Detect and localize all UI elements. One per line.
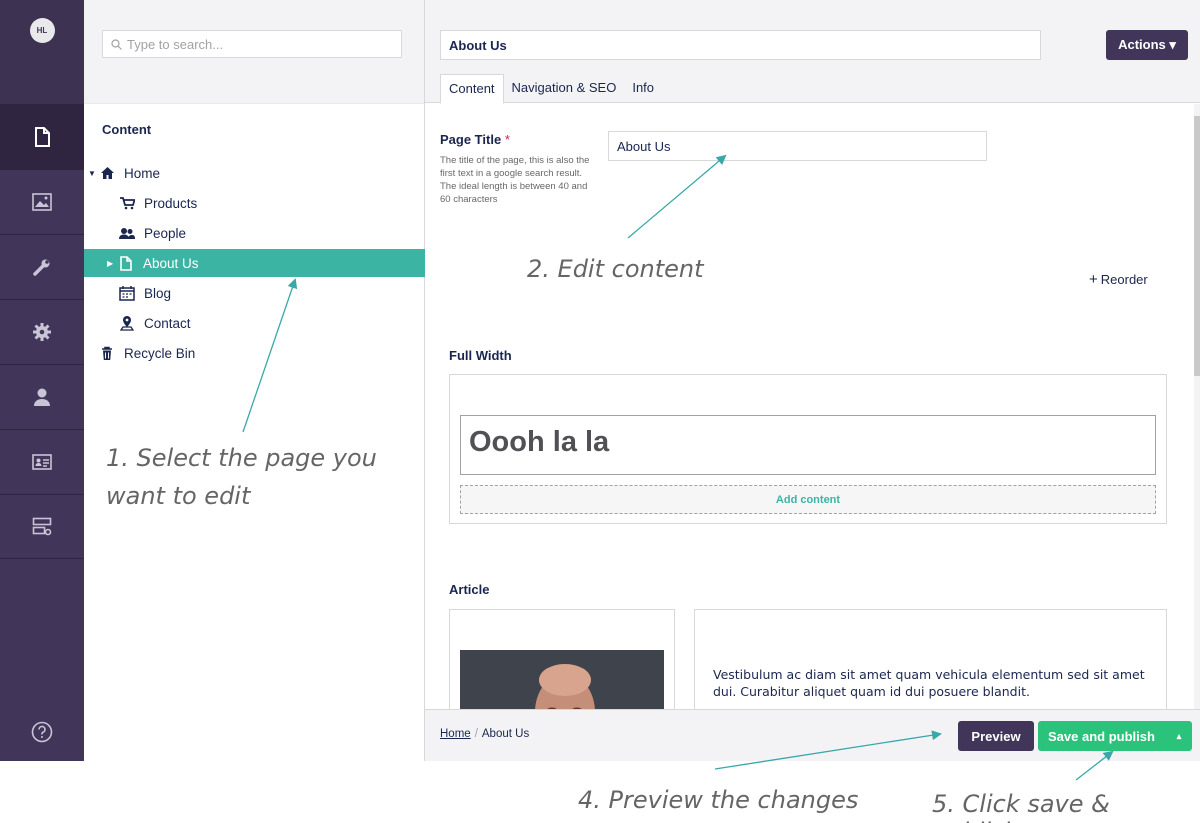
page-title-description: The title of the page, this is also the … (440, 155, 590, 205)
expand-caret-icon: ▼ (88, 168, 96, 178)
save-and-publish-button[interactable]: Save and publish ▴ (1038, 721, 1192, 751)
tree-node-home[interactable]: ▼ Home (88, 159, 160, 187)
required-mark: * (504, 132, 510, 147)
users-icon (34, 388, 50, 406)
tree-node-label: About Us (143, 255, 199, 271)
annotation-step1-line2: want to edit (106, 482, 251, 510)
rail-item-forms[interactable] (0, 494, 84, 559)
article-text-cell: Vestibulum ac diam sit amet quam vehicul… (694, 609, 1167, 709)
tab-navigation-seo[interactable]: Navigation & SEO (504, 74, 625, 104)
cart-icon (118, 196, 136, 210)
user-avatar[interactable]: HL (29, 17, 55, 43)
page-title-input[interactable]: About Us (608, 131, 987, 161)
node-name-input[interactable]: About Us (440, 30, 1041, 60)
headline-editor[interactable]: Oooh la la (460, 415, 1156, 475)
breadcrumb-separator: / (474, 728, 478, 740)
full-width-section-title: Full Width (449, 348, 512, 363)
rail-item-media[interactable] (0, 169, 84, 234)
tree-node-label: Recycle Bin (124, 345, 196, 361)
breadcrumb: Home / About Us (440, 728, 529, 740)
breadcrumb-home-link[interactable]: Home (440, 728, 471, 740)
tree-node-label: Contact (144, 315, 191, 331)
article-image-cell (449, 609, 675, 709)
article-section-title: Article (449, 582, 490, 597)
calendar-icon (118, 285, 136, 301)
breadcrumb-current: About Us (481, 728, 530, 740)
tree-node-label: Products (144, 195, 198, 211)
editor-body: Page Title * The title of the page, this… (425, 104, 1200, 709)
tree-node-products[interactable]: Products (118, 189, 197, 217)
reorder-button[interactable]: + Reorder (1089, 271, 1148, 288)
editor-footer: Home / About Us Preview Save and publish ▴ (425, 709, 1200, 761)
forms-icon (32, 517, 52, 535)
members-icon (32, 454, 52, 470)
tree-node-people[interactable]: People (118, 219, 186, 247)
tab-content[interactable]: Content (440, 74, 504, 104)
rail-item-members[interactable] (0, 429, 84, 494)
settings-wrench-icon (33, 259, 50, 276)
map-pin-icon (118, 315, 136, 331)
rail-item-settings[interactable] (0, 234, 84, 299)
scrollbar-thumb[interactable] (1194, 116, 1200, 376)
tree-node-recycle-bin[interactable]: Recycle Bin (98, 339, 195, 367)
tree-node-contact[interactable]: Contact (118, 309, 191, 337)
article-body-text[interactable]: Vestibulum ac diam sit amet quam vehicul… (713, 666, 1153, 700)
page-title-label: Page Title * (440, 132, 510, 147)
content-icon (35, 127, 50, 147)
tree-node-about-us[interactable]: ▶ About Us (84, 249, 425, 277)
full-width-grid-area: Oooh la la Add content (449, 374, 1167, 524)
annotation-step2: 2. Edit content (527, 255, 704, 283)
expand-caret-icon: ▶ (107, 258, 114, 268)
tree-search-input[interactable]: Type to search... (102, 30, 402, 58)
annotation-step5: 5. Click save & publish (932, 790, 1110, 823)
media-icon (32, 193, 52, 211)
rail-item-content[interactable] (0, 104, 84, 169)
content-tree-panel: Type to search... Content ▼ Home Product… (84, 0, 425, 761)
annotation-step4: 4. Preview the changes (578, 786, 859, 814)
annotation-step1-line1: 1. Select the page you (106, 444, 377, 472)
home-icon (98, 166, 116, 180)
reorder-label: Reorder (1100, 272, 1148, 287)
save-and-publish-label: Save and publish (1048, 728, 1155, 744)
preview-button[interactable]: Preview (958, 721, 1034, 751)
page-title-label-text: Page Title (440, 132, 502, 147)
save-options-caret-icon[interactable]: ▴ (1166, 731, 1192, 742)
person-photo (460, 650, 664, 709)
editor-tabs: Content Navigation & SEO Info (440, 74, 662, 104)
tree-node-blog[interactable]: Blog (118, 279, 171, 307)
add-content-button[interactable]: Add content (460, 485, 1156, 514)
tree-node-label: Home (124, 165, 161, 181)
search-icon (111, 38, 122, 50)
packages-gear-icon (33, 323, 51, 341)
people-icon (118, 227, 136, 240)
tree-search-header: Type to search... (84, 0, 424, 104)
rail-item-users[interactable] (0, 364, 84, 429)
tree-node-label: People (144, 225, 187, 241)
search-placeholder: Type to search... (127, 36, 224, 52)
tree-node-label: Blog (144, 285, 172, 301)
tree-heading: Content (102, 122, 152, 137)
actions-button[interactable]: Actions ▾ (1106, 30, 1188, 60)
trash-icon (98, 346, 116, 361)
article-photo[interactable] (460, 650, 664, 709)
content-editor: About Us Actions ▾ Content Navigation & … (425, 0, 1200, 761)
rail-item-packages[interactable] (0, 299, 84, 364)
rail-help[interactable] (0, 721, 84, 743)
editor-header: About Us Actions ▾ Content Navigation & … (425, 0, 1200, 104)
document-icon (117, 255, 135, 271)
rail-header: HL (0, 0, 84, 104)
move-icon: + (1089, 271, 1098, 288)
section-nav-rail: HL (0, 0, 84, 761)
tab-info[interactable]: Info (624, 74, 662, 104)
editor-scrollbar[interactable] (1194, 104, 1200, 709)
help-icon (31, 721, 53, 743)
